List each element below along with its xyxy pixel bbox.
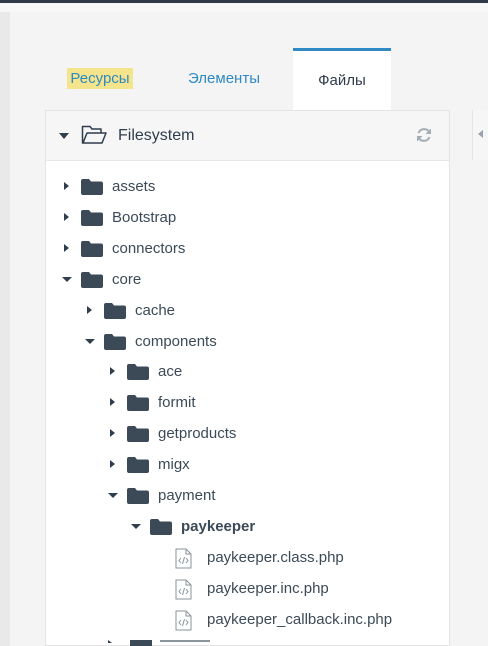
- tree-item-label: connectors: [112, 240, 186, 257]
- tab-resources[interactable]: Ресурсы: [45, 48, 155, 110]
- chevron-right-icon[interactable]: [85, 295, 95, 326]
- tree-item-label: paykeeper.inc.php: [207, 580, 329, 597]
- tree-item-label: paykeeper.class.php: [207, 549, 344, 566]
- tab-files-label: Файлы: [318, 72, 366, 89]
- tree-item-label: payment: [158, 487, 216, 504]
- tab-files[interactable]: Файлы: [293, 48, 391, 110]
- chevron-down-icon[interactable]: [59, 133, 69, 139]
- chevron-right-icon[interactable]: [62, 202, 72, 233]
- tree-item-label: Bootstrap: [112, 209, 177, 226]
- refresh-icon[interactable]: [415, 126, 433, 149]
- folder-open-icon: [81, 125, 107, 150]
- tree-item-label: core: [112, 271, 142, 288]
- folder-icon: [104, 334, 126, 354]
- folder-icon: [127, 364, 149, 384]
- tree-item-label: components: [135, 333, 217, 350]
- folder-icon: [127, 395, 149, 415]
- tab-elements[interactable]: Элементы: [165, 48, 283, 110]
- chevron-right-icon[interactable]: [108, 387, 118, 418]
- filesystem-header[interactable]: Filesystem: [46, 111, 449, 161]
- tree-item-label: formit: [158, 394, 196, 411]
- folder-icon: [104, 303, 126, 323]
- folder-icon: [150, 519, 172, 539]
- folder-icon: [127, 426, 149, 446]
- php-file-icon: [175, 610, 192, 635]
- chevron-right-icon[interactable]: [108, 356, 118, 387]
- tree-item-label: getproducts: [158, 425, 237, 442]
- chevron-right-icon[interactable]: [108, 449, 118, 480]
- tab-resources-label: Ресурсы: [67, 68, 133, 89]
- folder-icon: [127, 457, 149, 477]
- chevron-down-icon[interactable]: [108, 480, 118, 511]
- chevron-down-icon[interactable]: [131, 511, 141, 542]
- chevron-down-icon[interactable]: [62, 264, 72, 295]
- tree-item-label: assets: [112, 178, 156, 195]
- folder-icon: [127, 488, 149, 508]
- chevron-right-icon[interactable]: [62, 171, 72, 202]
- php-file-icon: [175, 548, 192, 573]
- tree-item-label: paykeeper: [181, 518, 256, 535]
- collapse-panel-handle[interactable]: [472, 110, 488, 160]
- php-file-icon: [175, 579, 192, 604]
- tree-item-label: ace: [158, 363, 183, 380]
- partial-tree-row: [108, 640, 228, 646]
- top-bar: [0, 0, 488, 12]
- tab-elements-label: Элементы: [188, 70, 260, 87]
- chevron-right-icon[interactable]: [108, 418, 118, 449]
- left-gutter: [0, 12, 10, 646]
- tree-item-label: migx: [158, 456, 190, 473]
- folder-icon: [81, 272, 103, 292]
- chevron-right-icon[interactable]: [62, 233, 72, 264]
- chevron-down-icon[interactable]: [85, 326, 95, 357]
- folder-icon: [81, 241, 103, 261]
- chevron-left-icon: [478, 130, 483, 138]
- folder-icon: [81, 210, 103, 230]
- folder-icon: [81, 179, 103, 199]
- tree-item-label: paykeeper_callback.inc.php: [207, 611, 393, 628]
- tree-item-label: cache: [135, 302, 176, 319]
- panel-title: Filesystem: [118, 127, 195, 144]
